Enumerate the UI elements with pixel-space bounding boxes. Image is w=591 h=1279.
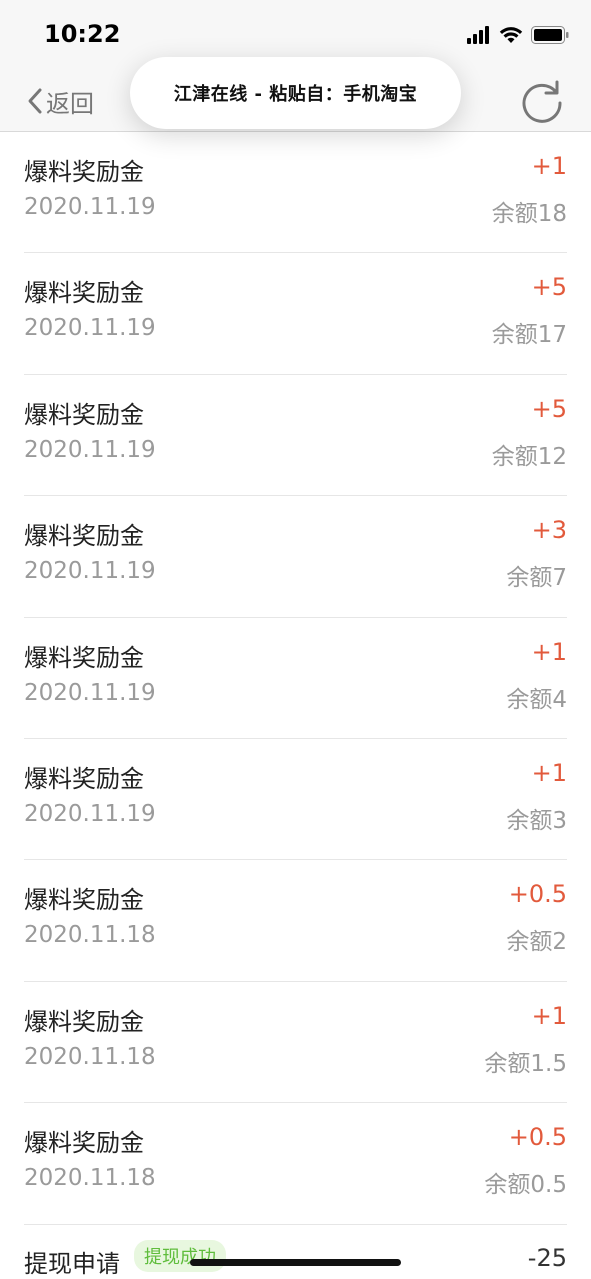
record-row[interactable]: 爆料奖励金 2020.11.19 +5 余额12 <box>24 375 567 497</box>
back-button[interactable]: 返回 <box>26 84 94 118</box>
record-amount: +5 <box>531 394 567 423</box>
refresh-icon <box>522 80 562 123</box>
record-title: 爆料奖励金 <box>24 279 144 308</box>
record-balance: 余额2 <box>506 929 567 956</box>
cellular-signal-icon <box>467 26 489 44</box>
record-list: 爆料奖励金 2020.11.19 +1 余额18 爆料奖励金 2020.11.1… <box>0 132 591 1225</box>
record-date: 2020.11.19 <box>24 315 156 342</box>
paste-toast-text: 江津在线 - 粘贴自：手机淘宝 <box>173 84 418 105</box>
record-date: 2020.11.18 <box>24 922 156 949</box>
status-time: 10:22 <box>44 20 121 48</box>
record-balance: 余额18 <box>491 201 567 227</box>
record-title: 爆料奖励金 <box>24 522 144 551</box>
record-amount: +1 <box>531 1001 567 1030</box>
chevron-left-icon <box>28 88 42 114</box>
record-date: 2020.11.19 <box>24 436 156 463</box>
record-balance: 余额12 <box>491 443 567 470</box>
record-row[interactable]: 爆料奖励金 2020.11.19 +1 余额18 <box>24 132 567 254</box>
record-row[interactable]: 爆料奖励金 2020.11.19 +3 余额7 <box>24 496 567 618</box>
record-title: 爆料奖励金 <box>24 158 144 186</box>
record-amount: +5 <box>531 273 567 302</box>
status-icons <box>467 24 569 46</box>
wifi-icon <box>499 27 523 43</box>
record-row[interactable]: 爆料奖励金 2020.11.19 +1 余额4 <box>24 618 567 739</box>
withdraw-amount: -25 <box>527 1244 567 1272</box>
back-label: 返回 <box>46 89 94 118</box>
paste-toast: 江津在线 - 粘贴自：手机淘宝 <box>130 57 461 129</box>
record-title: 爆料奖励金 <box>24 1129 144 1158</box>
refresh-button[interactable] <box>519 78 565 124</box>
record-title: 爆料奖励金 <box>24 1007 144 1036</box>
record-date: 2020.11.19 <box>24 194 156 220</box>
record-amount: +0.5 <box>508 1123 567 1152</box>
record-date: 2020.11.19 <box>24 800 156 827</box>
record-title: 爆料奖励金 <box>24 886 144 915</box>
record-date: 2020.11.19 <box>24 679 156 706</box>
withdraw-row[interactable]: 提现申请 提现成功 -25 <box>24 1229 567 1279</box>
record-amount: +0.5 <box>508 880 567 909</box>
record-title: 爆料奖励金 <box>24 643 144 672</box>
home-indicator[interactable] <box>190 1259 401 1266</box>
record-date: 2020.11.19 <box>24 558 156 585</box>
record-date: 2020.11.18 <box>24 1043 156 1070</box>
record-title: 爆料奖励金 <box>24 764 144 793</box>
record-row[interactable]: 爆料奖励金 2020.11.18 +0.5 余额2 <box>24 860 567 982</box>
record-amount: +1 <box>531 637 567 666</box>
record-row[interactable]: 爆料奖励金 2020.11.18 +1 余额1.5 <box>24 982 567 1104</box>
record-row[interactable]: 爆料奖励金 2020.11.19 +1 余额3 <box>24 739 567 861</box>
record-balance: 余额1.5 <box>484 1050 567 1077</box>
record-balance: 余额0.5 <box>484 1172 567 1199</box>
withdraw-status-badge: 提现成功 <box>134 1240 226 1272</box>
record-balance: 余额3 <box>506 807 567 834</box>
record-amount: +1 <box>531 758 567 787</box>
record-row[interactable]: 爆料奖励金 2020.11.18 +0.5 余额0.5 <box>24 1103 567 1225</box>
record-balance: 余额7 <box>506 565 567 592</box>
record-row[interactable]: 爆料奖励金 2020.11.19 +5 余额17 <box>24 253 567 375</box>
battery-icon <box>531 26 569 44</box>
record-balance: 余额17 <box>491 322 567 349</box>
record-amount: +1 <box>531 152 567 180</box>
record-balance: 余额4 <box>506 686 567 713</box>
record-amount: +3 <box>531 516 567 545</box>
record-date: 2020.11.18 <box>24 1165 156 1192</box>
record-title: 爆料奖励金 <box>24 400 144 429</box>
withdraw-title: 提现申请 <box>24 1250 120 1278</box>
